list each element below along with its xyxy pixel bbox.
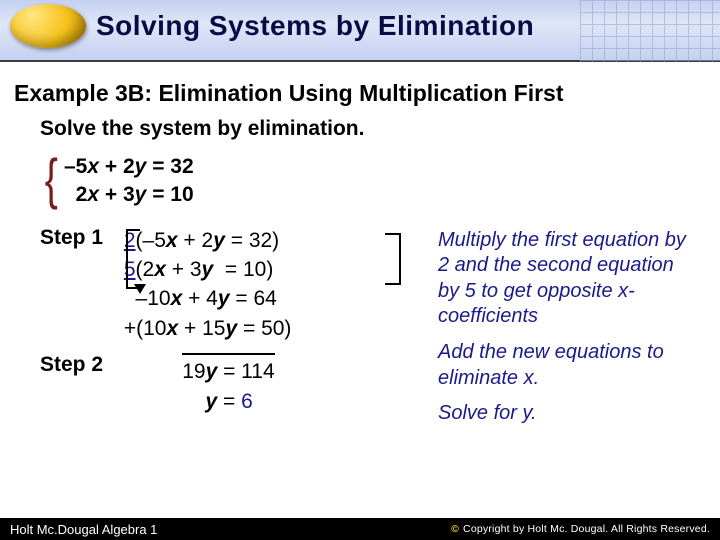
work-column: Step 1 2(–5x + 2y = 32) 5(2x + 3y = 10) … — [40, 226, 420, 416]
system-of-equations: { –5x + 2y = 32 2x + 3y = 10 — [64, 153, 698, 210]
arrowhead-icon — [134, 284, 146, 294]
copyright-icon: © — [451, 523, 459, 535]
example-title: Example 3B: Elimination Using Multiplica… — [14, 80, 706, 107]
equation-2: 2x + 3y = 10 — [64, 181, 698, 209]
footer-left-text: Holt Mc.Dougal Algebra 1 — [10, 522, 157, 537]
curly-brace-icon: { — [45, 151, 58, 207]
instruction-text: Solve the system by elimination. — [40, 117, 698, 141]
step-1-work: 2(–5x + 2y = 32) 5(2x + 3y = 10) –10x + … — [124, 226, 292, 344]
explanation-column: Multiply the first equation by 2 and the… — [438, 226, 698, 437]
slide-content: Solve the system by elimination. { –5x +… — [0, 117, 720, 437]
step-2-label: Step 2 — [40, 353, 118, 377]
left-bracket-icon — [126, 229, 140, 289]
header-title: Solving Systems by Elimination — [96, 10, 534, 42]
explain-3: Solve for y. — [438, 401, 698, 427]
header-grid-decoration — [580, 0, 720, 62]
slide-header: Solving Systems by Elimination — [0, 0, 720, 62]
step-1-label: Step 1 — [40, 226, 118, 250]
step-2-work: 19y = 114 y = 6 — [124, 353, 275, 416]
equation-1: –5x + 2y = 32 — [64, 153, 698, 181]
slide-footer: Holt Mc.Dougal Algebra 1 ©Copyright by H… — [0, 518, 720, 540]
right-bracket-icon — [385, 233, 401, 285]
explain-2: Add the new equations to eliminate x. — [438, 340, 698, 391]
explain-1: Multiply the first equation by 2 and the… — [438, 228, 698, 330]
footer-right-text: ©Copyright by Holt Mc. Dougal. All Right… — [451, 523, 710, 535]
header-oval-icon — [10, 4, 86, 48]
